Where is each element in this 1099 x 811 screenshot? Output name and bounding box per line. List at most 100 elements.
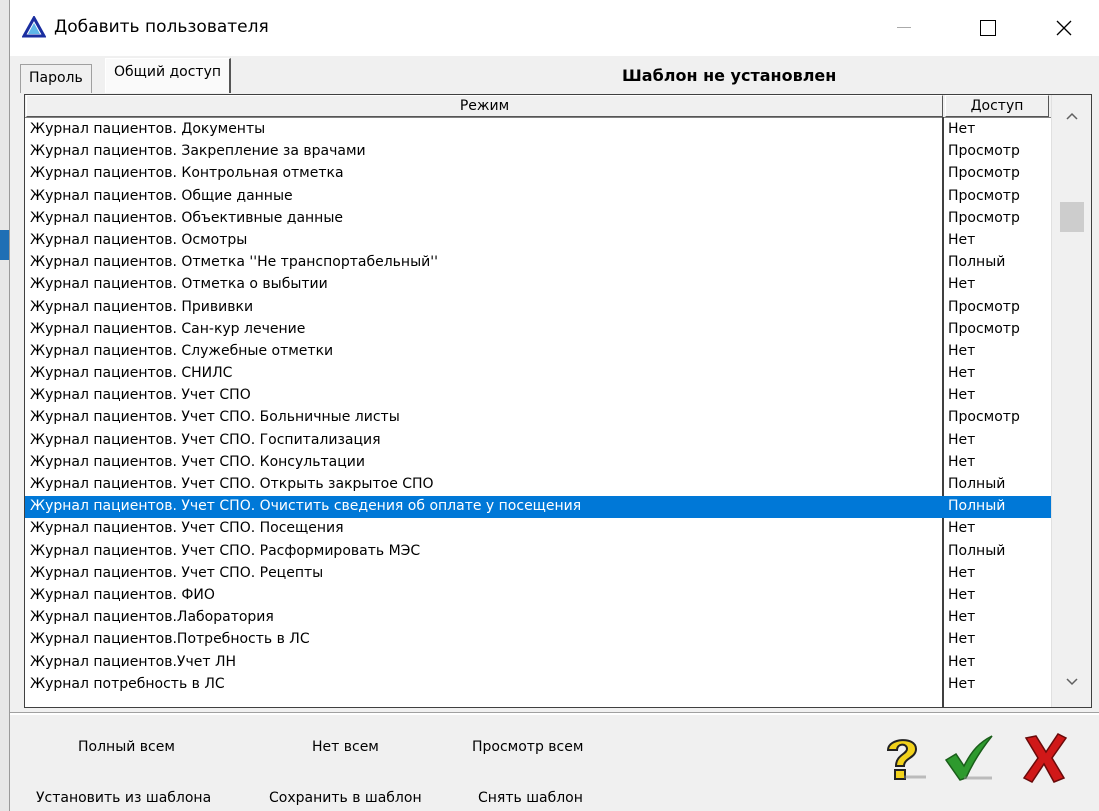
- table-row[interactable]: Журнал пациентов.Потребность в ЛС Нет: [25, 629, 1051, 651]
- delta-triangle-icon: [22, 16, 46, 38]
- grid-rows: Журнал пациентов. Документы Нет Журнал пац…: [25, 119, 1054, 696]
- scroll-thumb[interactable]: [1060, 202, 1084, 232]
- table-row[interactable]: Журнал пациентов. Закрепление за врачами…: [25, 141, 1051, 163]
- cell-mode: Журнал пациентов. Отметка ''Не транспорт…: [30, 254, 438, 271]
- cell-mode: Журнал пациентов. Учет СПО. Расформирова…: [30, 542, 421, 559]
- cell-access[interactable]: Нет: [947, 629, 1050, 651]
- cell-access[interactable]: Нет: [947, 363, 1050, 385]
- cell-access[interactable]: Просмотр: [947, 163, 1050, 185]
- cell-access[interactable]: Просмотр: [947, 319, 1050, 341]
- set-from-template-button[interactable]: Установить из шаблона: [32, 786, 215, 810]
- maximize-icon: [980, 20, 996, 36]
- table-row[interactable]: Журнал пациентов.Лаборатория Нет: [25, 607, 1051, 629]
- cell-mode: Журнал пациентов. Учет СПО: [30, 387, 251, 404]
- view-all-button[interactable]: Просмотр всем: [468, 735, 587, 759]
- cell-access[interactable]: Нет: [947, 563, 1050, 585]
- table-row[interactable]: Журнал пациентов. Учет СПО. Консультации…: [25, 452, 1051, 474]
- cell-access[interactable]: Нет: [947, 274, 1050, 296]
- table-row[interactable]: Журнал пациентов.Учет ЛН Нет: [25, 652, 1051, 674]
- cell-access[interactable]: Нет: [947, 674, 1050, 696]
- cell-mode: Журнал пациентов. Учет СПО. Очистить све…: [25, 496, 947, 519]
- cell-access[interactable]: Просмотр: [947, 208, 1050, 230]
- cell-mode: Журнал пациентов. Сан-кур лечение: [30, 320, 306, 337]
- cell-access[interactable]: Полный: [944, 496, 1054, 519]
- save-to-template-button[interactable]: Сохранить в шаблон: [265, 786, 426, 810]
- cell-access[interactable]: Просмотр: [947, 407, 1050, 429]
- cell-access[interactable]: Нет: [947, 607, 1050, 629]
- scroll-down-button[interactable]: [1052, 667, 1091, 697]
- table-row[interactable]: Журнал пациентов. Учет СПО. Открыть закр…: [25, 474, 1051, 496]
- table-row[interactable]: Журнал пациентов. Сан-кур лечение Просмот…: [25, 319, 1051, 341]
- minimize-icon: [897, 27, 911, 28]
- cell-access[interactable]: Нет: [947, 230, 1050, 252]
- column-header-access[interactable]: Доступ: [945, 95, 1049, 117]
- table-row[interactable]: Журнал пациентов. Учет СПО. Посещения Нет: [25, 518, 1051, 540]
- cell-mode: Журнал пациентов. Учет СПО. Открыть закр…: [30, 476, 434, 492]
- cell-access[interactable]: Нет: [947, 452, 1050, 474]
- cell-access[interactable]: Нет: [947, 430, 1050, 452]
- scroll-up-button[interactable]: [1052, 101, 1091, 131]
- cell-access[interactable]: Нет: [947, 341, 1050, 363]
- table-row[interactable]: Журнал пациентов. СНИЛС Нет: [25, 363, 1051, 385]
- cell-mode: Журнал пациентов. Общие данные: [30, 187, 293, 204]
- cell-access[interactable]: Просмотр: [947, 186, 1050, 208]
- cell-mode: Журнал пациентов. Документы: [30, 121, 266, 137]
- table-row[interactable]: Журнал пациентов. Учет СПО Нет: [25, 385, 1051, 407]
- cell-mode: Журнал пациентов. Закрепление за врачами: [30, 143, 366, 160]
- chevron-up-icon: [1066, 112, 1078, 120]
- cell-access[interactable]: Просмотр: [947, 141, 1050, 163]
- table-row[interactable]: Журнал пациентов. Учет СПО. Очистить све…: [25, 496, 1054, 519]
- cell-mode: Журнал пациентов. Служебные отметки: [30, 342, 334, 359]
- tab-shared-access[interactable]: Общий доступ: [105, 58, 232, 93]
- title-bar: Добавить пользователя: [10, 0, 1099, 56]
- cell-access[interactable]: Нет: [947, 585, 1050, 607]
- question-mark-icon[interactable]: [874, 730, 930, 786]
- vertical-scrollbar[interactable]: [1051, 95, 1091, 707]
- minimize-button[interactable]: [881, 8, 927, 48]
- cell-access[interactable]: Нет: [947, 385, 1050, 407]
- table-row[interactable]: Журнал пациентов. Общие данные Просмотр: [25, 186, 1051, 208]
- cell-mode: Журнал пациентов. СНИЛС: [30, 365, 233, 382]
- table-row[interactable]: Журнал пациентов. Учет СПО. Госпитализац…: [25, 430, 1051, 452]
- add-user-dialog: Добавить пользователя Пароль Общий досту…: [9, 0, 1099, 811]
- red-x-icon[interactable]: [1016, 730, 1072, 786]
- cell-mode: Журнал пациентов. Учет СПО. Госпитализац…: [30, 431, 381, 448]
- table-row[interactable]: Журнал пациентов. Контрольная отметка Про…: [25, 163, 1051, 185]
- table-row[interactable]: Журнал пациентов. ФИО Нет: [25, 585, 1051, 607]
- template-status-label: Шаблон не установлен: [622, 66, 837, 85]
- cell-access[interactable]: Полный: [947, 252, 1050, 274]
- table-row[interactable]: Журнал пациентов. Учет СПО. Рецепты Нет: [25, 563, 1051, 585]
- close-button[interactable]: [1041, 8, 1087, 48]
- cell-access[interactable]: Просмотр: [947, 297, 1050, 319]
- table-row[interactable]: Журнал пациентов. Учет СПО. Расформирова…: [25, 541, 1051, 563]
- remove-template-button[interactable]: Снять шаблон: [474, 786, 587, 810]
- table-row[interactable]: Журнал пациентов. Отметка ''Не транспорт…: [25, 252, 1051, 274]
- table-row[interactable]: Журнал потребность в ЛС Нет: [25, 674, 1051, 696]
- table-row[interactable]: Журнал пациентов. Объективные данные Прос…: [25, 208, 1051, 230]
- table-row[interactable]: Журнал пациентов. Осмотры Нет: [25, 230, 1051, 252]
- table-row[interactable]: Журнал пациентов. Учет СПО. Больничные л…: [25, 407, 1051, 429]
- cell-mode: Журнал пациентов. Прививки: [30, 298, 254, 315]
- cell-access[interactable]: Нет: [947, 652, 1050, 674]
- cell-access[interactable]: Нет: [947, 119, 1050, 141]
- none-all-button[interactable]: Нет всем: [308, 735, 383, 759]
- table-row[interactable]: Журнал пациентов. Документы Нет: [25, 119, 1051, 141]
- table-row[interactable]: Журнал пациентов. Служебные отметки Нет: [25, 341, 1051, 363]
- column-header-mode[interactable]: Режим: [26, 95, 943, 117]
- window-title: Добавить пользователя: [54, 17, 269, 37]
- checkmark-icon[interactable]: [940, 730, 996, 786]
- maximize-button[interactable]: [965, 8, 1011, 48]
- table-row[interactable]: Журнал пациентов. Отметка о выбытии Нет: [25, 274, 1051, 296]
- full-all-button[interactable]: Полный всем: [74, 735, 179, 759]
- cell-mode: Журнал пациентов. Отметка о выбытии: [30, 276, 328, 293]
- chevron-down-icon: [1066, 678, 1078, 686]
- cell-mode: Журнал пациентов. Контрольная отметка: [30, 165, 344, 182]
- access-grid[interactable]: Режим Доступ Журнал пациентов. Документы…: [24, 94, 1092, 708]
- tab-password[interactable]: Пароль: [20, 64, 92, 93]
- cell-mode: Журнал пациентов.Потребность в ЛС: [30, 631, 310, 648]
- cell-mode: Журнал пациентов.Учет ЛН: [30, 653, 237, 670]
- cell-access[interactable]: Полный: [947, 541, 1050, 563]
- table-row[interactable]: Журнал пациентов. Прививки Просмотр: [25, 297, 1051, 319]
- cell-access[interactable]: Нет: [947, 518, 1050, 540]
- cell-access[interactable]: Полный: [947, 474, 1050, 496]
